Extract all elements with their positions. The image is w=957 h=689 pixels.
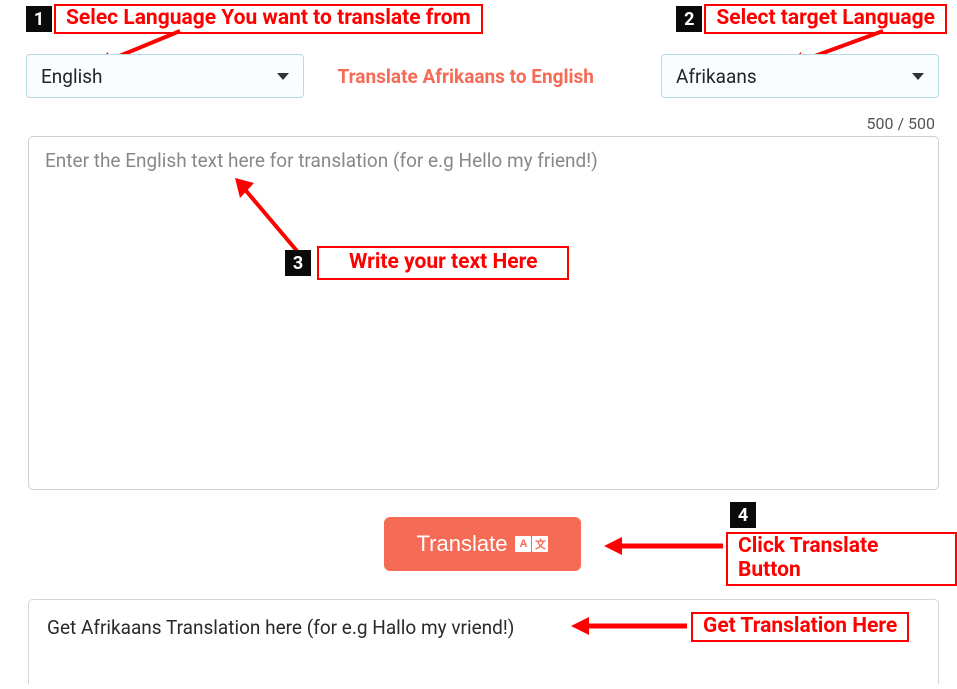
translate-button-label: Translate bbox=[417, 531, 508, 557]
callout-target-lang: Select target Language bbox=[704, 4, 947, 34]
step-badge-3: 3 bbox=[285, 250, 311, 276]
character-count: 500 / 500 bbox=[867, 114, 936, 133]
chevron-down-icon bbox=[912, 73, 924, 80]
callout-click-translate: Click Translate Button bbox=[726, 532, 957, 586]
translate-icon: A 文 bbox=[515, 536, 548, 552]
step-badge-4: 4 bbox=[730, 502, 756, 528]
source-text-input[interactable]: Enter the English text here for translat… bbox=[28, 136, 939, 490]
chevron-down-icon bbox=[277, 73, 289, 80]
target-language-select[interactable]: Afrikaans bbox=[661, 54, 939, 98]
source-language-value: English bbox=[41, 65, 102, 88]
arrow-4-icon bbox=[598, 534, 728, 564]
step-badge-2: 2 bbox=[676, 6, 702, 32]
page-title: Translate Afrikaans to English bbox=[338, 65, 594, 88]
callout-source-lang: Selec Language You want to translate fro… bbox=[54, 4, 483, 34]
source-language-select[interactable]: English bbox=[26, 54, 304, 98]
callout-get-translation: Get Translation Here bbox=[691, 612, 909, 642]
callout-write-text: Write your text Here bbox=[317, 246, 569, 280]
target-language-value: Afrikaans bbox=[676, 65, 757, 88]
step-badge-1: 1 bbox=[26, 6, 52, 32]
translate-button[interactable]: Translate A 文 bbox=[384, 517, 581, 571]
